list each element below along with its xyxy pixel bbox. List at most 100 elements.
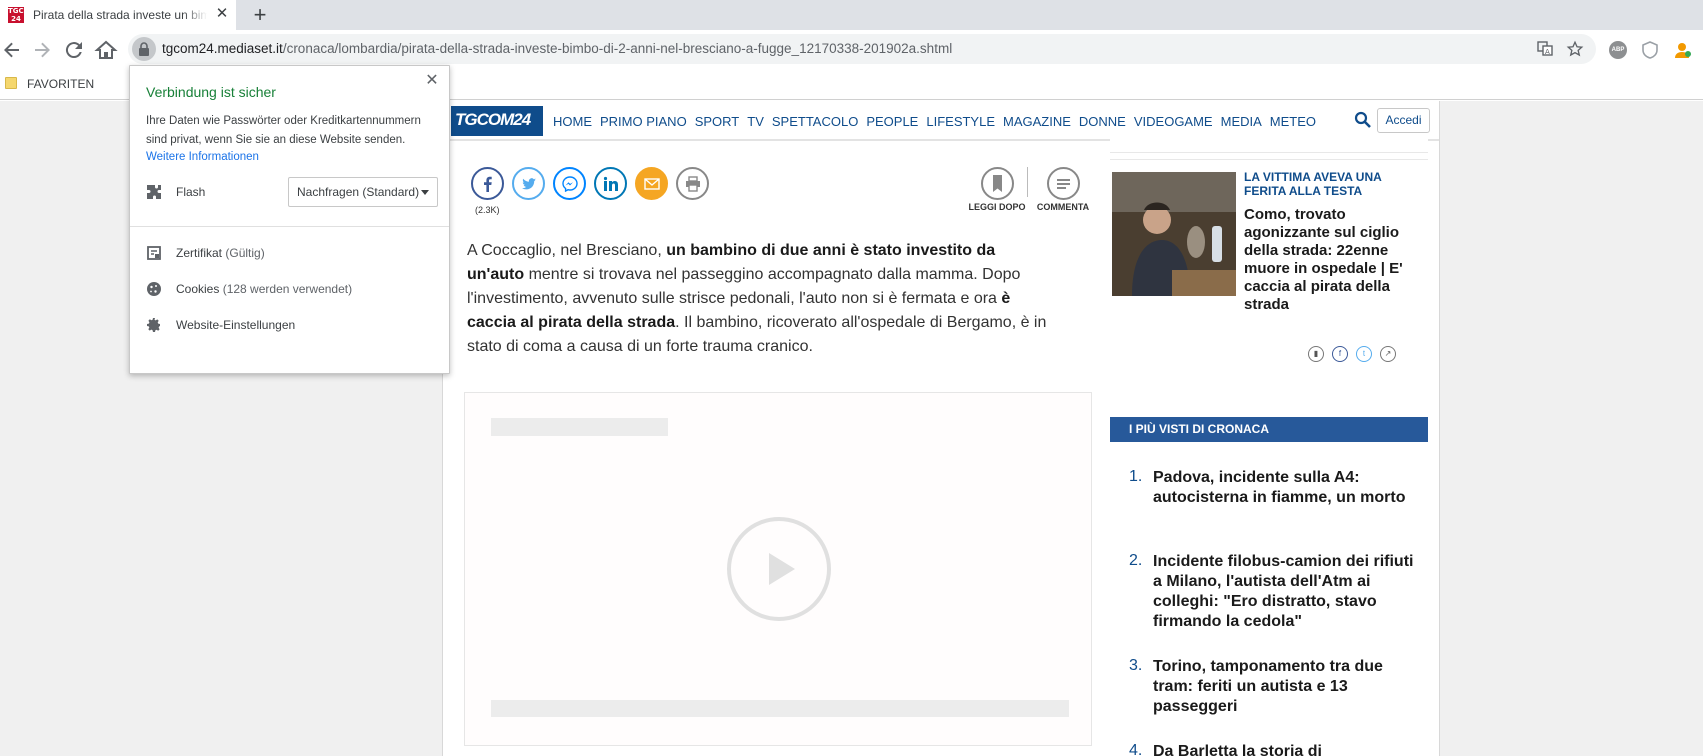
bookmark-star-icon[interactable] <box>1566 40 1584 58</box>
cookies-text: Cookies <box>176 282 220 296</box>
browser-toolbar: tgcom24.mediaset.it/cronaca/lombardia/pi… <box>0 30 1703 69</box>
list-item-title[interactable]: Da Barletta la storia di <box>1153 742 1415 756</box>
tab-strip: TGCOM 24 Pirata della strada investe un … <box>0 0 1703 30</box>
profile-extension-icon[interactable] <box>1674 41 1692 59</box>
back-icon[interactable] <box>0 38 24 62</box>
login-button[interactable]: Accedi <box>1377 108 1430 133</box>
list-item-title[interactable]: Padova, incidente sulla A4: autocisterna… <box>1153 468 1415 508</box>
shield-icon[interactable] <box>1641 41 1659 59</box>
site-nav-menu: HOME PRIMO PIANO SPORT TV SPETTACOLO PEO… <box>553 114 1316 129</box>
nav-media[interactable]: MEDIA <box>1221 114 1262 129</box>
article-body: A Coccaglio, nel Bresciano, un bambino d… <box>467 239 1047 359</box>
comment-label: COMMENTA <box>1036 202 1090 212</box>
site-settings-row[interactable]: Website-Einstellungen <box>146 315 438 337</box>
certificate-label: Zertifikat (Gültig) <box>176 246 265 260</box>
list-item-title[interactable]: Incidente filobus-camion dei rifiuti a M… <box>1153 552 1415 632</box>
most-read-header: I PIÙ VISTI DI CRONACA <box>1110 417 1428 442</box>
twitter-mini-icon[interactable]: t <box>1356 346 1372 362</box>
bookmark-folder-favoriten[interactable]: FAVORITEN <box>27 77 94 91</box>
home-icon[interactable] <box>94 38 118 62</box>
sidebar-card-prev <box>1110 139 1428 153</box>
tab-title: Pirata della strada investe un bimbo di … <box>33 8 207 22</box>
tgcom24-favicon: TGCOM 24 <box>8 7 37 23</box>
url-text[interactable]: tgcom24.mediaset.it/cronaca/lombardia/pi… <box>162 41 952 56</box>
forward-icon[interactable] <box>30 38 54 62</box>
flash-permission-select[interactable]: Nachfragen (Standard) <box>288 177 438 207</box>
flash-permission-row: Flash Nachfragen (Standard) <box>146 177 438 207</box>
url-path: /cronaca/lombardia/pirata-della-strada-i… <box>282 41 953 56</box>
share-mini-icon[interactable]: ↗ <box>1380 346 1396 362</box>
certificate-status: (Gültig) <box>225 246 265 260</box>
page-content: TGCOM24 HOME PRIMO PIANO SPORT TV SPETTA… <box>442 101 1440 756</box>
site-settings-label: Website-Einstellungen <box>176 318 296 332</box>
related-article-kicker: LA VITTIMA AVEVA UNA FERITA ALLA TESTA <box>1244 170 1382 198</box>
puzzle-icon <box>147 185 161 199</box>
reload-icon[interactable] <box>62 38 86 62</box>
svg-text:A: A <box>1545 48 1550 56</box>
nav-spettacolo[interactable]: SPETTACOLO <box>772 114 858 129</box>
video-title-placeholder <box>491 418 668 436</box>
related-article-headline[interactable]: Como, trovato agonizzante sul ciglio del… <box>1244 206 1416 314</box>
save-mini-icon[interactable]: ▮ <box>1308 346 1324 362</box>
adblock-plus-icon[interactable]: ABP <box>1609 41 1627 59</box>
twitter-share-icon[interactable] <box>512 167 545 200</box>
cookies-status: (128 werden verwendet) <box>222 282 353 296</box>
search-icon[interactable] <box>1354 111 1372 129</box>
cookies-label: Cookies (128 werden verwendet) <box>176 282 352 296</box>
certificate-row[interactable]: Zertifikat (Gültig) <box>146 243 438 265</box>
nav-primo-piano[interactable]: PRIMO PIANO <box>600 114 687 129</box>
article-thumbnail[interactable] <box>1112 172 1236 296</box>
linkedin-share-icon[interactable] <box>594 167 627 200</box>
messenger-share-icon[interactable] <box>553 167 586 200</box>
facebook-share-count: (2.3K) <box>475 205 500 215</box>
nav-magazine[interactable]: MAGAZINE <box>1003 114 1071 129</box>
tgcom24-logo[interactable]: TGCOM24 <box>451 106 543 136</box>
email-share-icon[interactable] <box>635 167 668 200</box>
flash-label: Flash <box>176 185 206 199</box>
facebook-mini-icon[interactable]: f <box>1332 346 1348 362</box>
more-info-link[interactable]: Weitere Informationen <box>146 151 259 163</box>
close-icon[interactable]: ✕ <box>423 72 441 90</box>
gear-icon <box>147 318 160 332</box>
nav-videogame[interactable]: VIDEOGAME <box>1134 114 1213 129</box>
site-info-popup: Verbindung ist sicher ✕ Ihre Daten wie P… <box>129 65 450 374</box>
share-bar: (2.3K) <box>471 167 1041 217</box>
play-icon[interactable] <box>727 517 831 621</box>
facebook-share-icon[interactable] <box>471 167 504 200</box>
list-item-number: 4. <box>1129 742 1143 756</box>
address-bar[interactable]: tgcom24.mediaset.it/cronaca/lombardia/pi… <box>128 34 1596 64</box>
print-icon[interactable] <box>676 167 709 200</box>
comment-button[interactable]: COMMENTA <box>1028 167 1098 212</box>
list-item-number: 2. <box>1129 552 1143 569</box>
site-navbar: TGCOM24 HOME PRIMO PIANO SPORT TV SPETTA… <box>443 101 1439 141</box>
certificate-icon <box>147 246 161 260</box>
most-read-list: 1. Padova, incidente sulla A4: autociste… <box>1110 442 1428 756</box>
nav-meteo[interactable]: METEO <box>1270 114 1316 129</box>
close-tab-icon[interactable]: ✕ <box>213 5 231 23</box>
bookmark-icon <box>980 167 1014 200</box>
video-player[interactable] <box>464 392 1092 746</box>
connection-secure-title: Verbindung ist sicher <box>146 84 276 100</box>
logo-text: TGCOM24 <box>455 110 531 129</box>
popup-divider <box>130 226 449 227</box>
browser-tab[interactable]: TGCOM 24 Pirata della strada investe un … <box>0 0 236 30</box>
nav-people[interactable]: PEOPLE <box>866 114 918 129</box>
related-article-card[interactable]: LA VITTIMA AVEVA UNA FERITA ALLA TESTA C… <box>1110 159 1428 394</box>
nav-tv[interactable]: TV <box>747 114 764 129</box>
nav-donne[interactable]: DONNE <box>1079 114 1126 129</box>
article-text-2: mentre si trovava nel passeggino accompa… <box>467 266 1021 307</box>
article-text-1: A Coccaglio, nel Bresciano, <box>467 242 667 259</box>
new-tab-button[interactable]: + <box>248 3 272 27</box>
translate-icon[interactable]: A <box>1536 40 1554 58</box>
video-caption-placeholder <box>491 700 1069 717</box>
nav-lifestyle[interactable]: LIFESTYLE <box>926 114 995 129</box>
certificate-text: Zertifikat <box>176 246 223 260</box>
nav-sport[interactable]: SPORT <box>695 114 740 129</box>
nav-home[interactable]: HOME <box>553 114 592 129</box>
cookies-row[interactable]: Cookies (128 werden verwendet) <box>146 279 438 301</box>
read-later-button[interactable]: LEGGI DOPO <box>962 167 1032 212</box>
connection-description: Ihre Daten wie Passwörter oder Kreditkar… <box>146 115 421 146</box>
list-item-title[interactable]: Torino, tamponamento tra due tram: ferit… <box>1153 657 1415 717</box>
site-info-button[interactable] <box>132 37 156 61</box>
list-item-number: 1. <box>1129 468 1143 485</box>
